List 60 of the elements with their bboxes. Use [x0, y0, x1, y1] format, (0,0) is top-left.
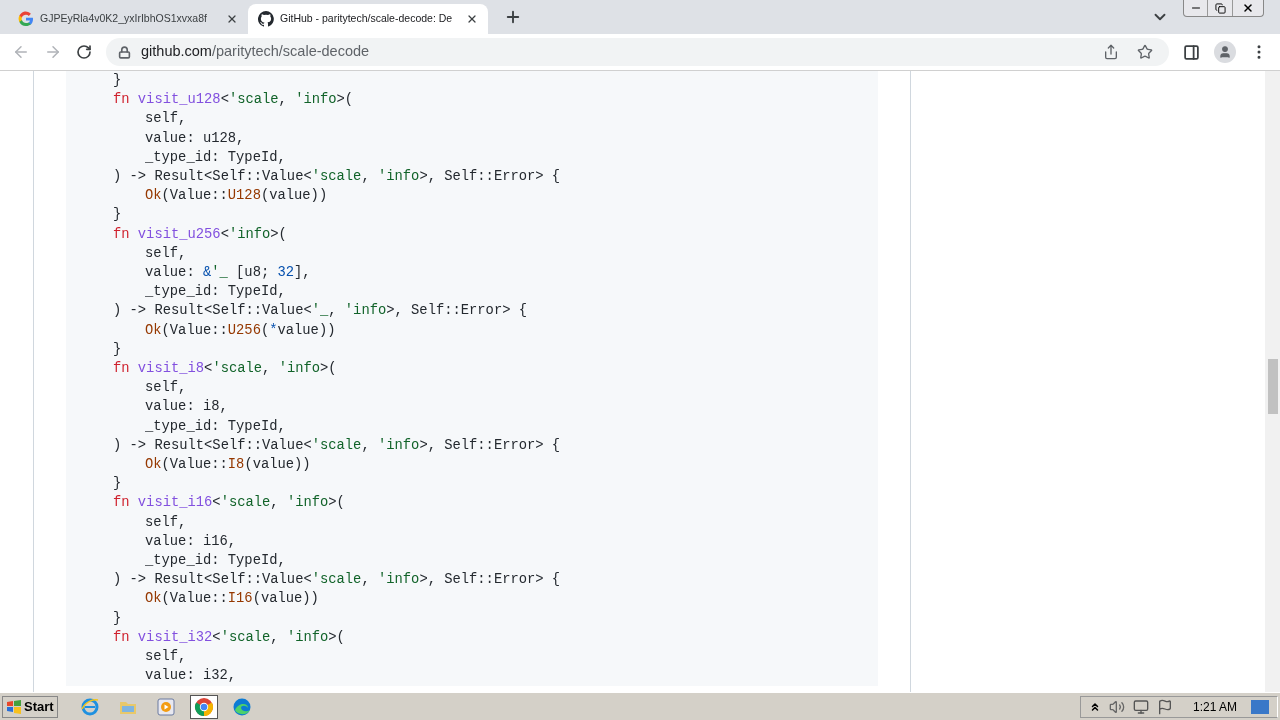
browser-tab[interactable]: GJPEyRla4v0K2_yxIrIbhOS1xvxa8f: [8, 4, 248, 34]
code-line: value: i16,: [145, 533, 237, 549]
start-button[interactable]: Start: [2, 695, 58, 718]
clock-text: 1:21 AM: [1192, 698, 1237, 716]
code-line: Ok(Value::U128(value)): [145, 188, 328, 204]
code-line: value: i8,: [145, 399, 228, 415]
code-line: _type_id: TypeId,: [145, 149, 286, 165]
code-line: fn visit_i32<'scale, 'info>(: [113, 629, 345, 645]
code-line: }: [113, 73, 122, 88]
code-line: Ok(Value::U256(*value)): [145, 322, 336, 338]
code-line: }: [113, 610, 122, 626]
code-line: self,: [145, 514, 187, 530]
code-line: ) -> Result<Self::Value<'_, 'info>, Self::Error> {: [113, 303, 527, 319]
code-line: self,: [145, 111, 187, 127]
lock-icon: [118, 45, 131, 59]
github-logo-icon: [258, 11, 274, 27]
code-line: Ok(Value::I16(value)): [145, 591, 319, 607]
code-line: self,: [145, 245, 187, 261]
code-line: ) -> Result<Self::Value<'scale, 'info>, Self::Error> {: [113, 572, 561, 588]
code-line: ) -> Result<Self::Value<'scale, 'info>, Self::Error> {: [113, 437, 561, 453]
code-line: _type_id: TypeId,: [145, 553, 286, 569]
code-line: _type_id: TypeId,: [145, 284, 286, 300]
code-line: }: [113, 341, 122, 357]
tab-title: GitHub - paritytech/scale-decode: De: [280, 11, 454, 27]
side-panel-icon[interactable]: [1183, 43, 1200, 61]
scrollbar[interactable]: [1265, 71, 1280, 692]
code-line: fn visit_i16<'scale, 'info>(: [113, 495, 345, 511]
close-icon[interactable]: [226, 13, 238, 25]
show-desktop-button[interactable]: [1251, 699, 1269, 714]
code-line: _type_id: TypeId,: [145, 418, 286, 434]
address-bar[interactable]: github.com/paritytech/scale-decode: [106, 38, 1169, 66]
url-text: github.com/paritytech/scale-decode: [141, 42, 371, 62]
google-logo-icon: [18, 11, 34, 27]
new-tab-icon[interactable]: [504, 8, 522, 26]
code-line: }: [113, 476, 122, 492]
speaker-icon[interactable]: [1108, 698, 1125, 715]
profile-avatar[interactable]: [1214, 41, 1236, 63]
scrollbar-thumb[interactable]: [1267, 359, 1278, 414]
windows-logo-icon: [6, 699, 22, 714]
reload-icon[interactable]: [76, 44, 92, 60]
flag-icon[interactable]: [1156, 698, 1173, 715]
tab-title: GJPEyRla4v0K2_yxIrIbhOS1xvxa8f: [40, 11, 208, 27]
code-line: ) -> Result<Self::Value<'scale, 'info>, Self::Error> {: [113, 169, 561, 184]
code-line: fn visit_u128<'scale, 'info>(: [113, 92, 354, 108]
code-line: value: u128,: [145, 130, 245, 146]
close-icon: [1242, 2, 1254, 14]
code-line: self,: [145, 649, 187, 665]
code-line: value: i32,: [145, 668, 237, 684]
code-line: self,: [145, 380, 187, 396]
restore-icon: [1214, 2, 1226, 14]
code-line: fn visit_u256<'info>(: [113, 226, 287, 242]
bookmark-star-icon[interactable]: [1137, 44, 1153, 60]
code-line: value: &'_ [u8; 32],: [145, 265, 311, 281]
code-line: Ok(Value::I8(value)): [145, 457, 311, 473]
browser-tab[interactable]: GitHub - paritytech/scale-decode: De: [248, 4, 488, 34]
close-icon[interactable]: [466, 13, 478, 25]
network-icon[interactable]: [1132, 698, 1149, 715]
code-line: }: [113, 207, 122, 223]
share-icon[interactable]: [1103, 44, 1119, 60]
code-line: fn visit_i8<'scale, 'info>(: [113, 361, 337, 377]
